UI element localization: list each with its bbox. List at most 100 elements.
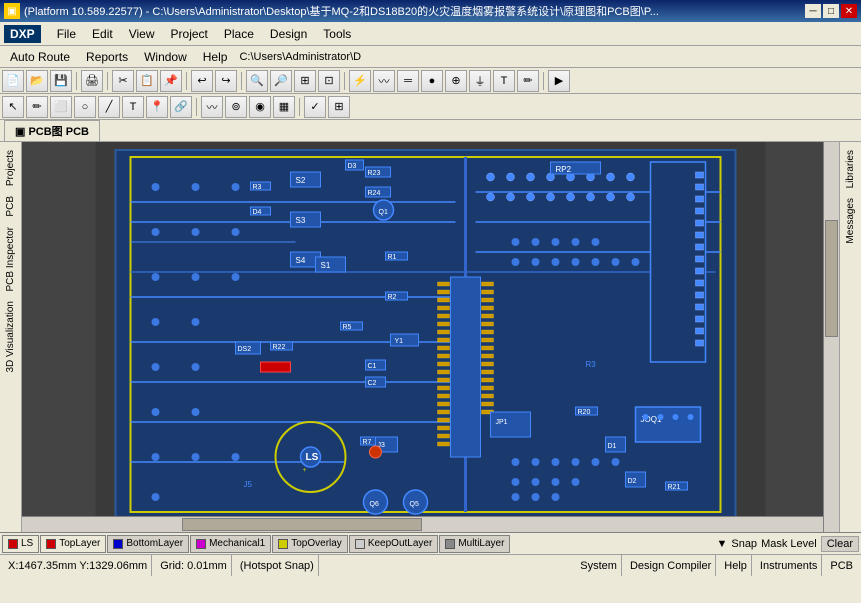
svg-text:RP2: RP2 <box>556 165 572 174</box>
layer-multilayer[interactable]: MultiLayer <box>439 535 510 553</box>
instruments-section[interactable]: Instruments <box>756 555 822 576</box>
tb-undo[interactable]: ↩ <box>191 70 213 92</box>
tb-paste[interactable]: 📌 <box>160 70 182 92</box>
minimize-button[interactable]: ─ <box>805 4 821 18</box>
sidebar-messages[interactable]: Messages <box>843 194 858 248</box>
tb-junction[interactable]: ● <box>421 70 443 92</box>
tb-rect[interactable]: ⬜ <box>50 96 72 118</box>
help-section[interactable]: Help <box>720 555 752 576</box>
tb-zoom-fit[interactable]: ⊞ <box>294 70 316 92</box>
title-text: (Platform 10.589.22577) - C:\Users\Admin… <box>24 3 805 19</box>
scrollbar-thumb-h[interactable] <box>182 518 422 531</box>
menu-tools[interactable]: Tools <box>315 25 359 43</box>
menu-design[interactable]: Design <box>262 25 315 43</box>
pcb-section[interactable]: PCB <box>826 555 857 576</box>
tb-ground[interactable]: ⏚ <box>469 70 491 92</box>
tb-cut[interactable]: ✂ <box>112 70 134 92</box>
svg-text:R24: R24 <box>368 190 381 197</box>
tb-bus[interactable]: ═ <box>397 70 419 92</box>
svg-text:D3: D3 <box>348 163 357 170</box>
tb-drc[interactable]: ✓ <box>304 96 326 118</box>
menu-view[interactable]: View <box>121 25 163 43</box>
tb-draw[interactable]: ✏ <box>26 96 48 118</box>
tab-pcb-label: PCB图 PCB <box>28 126 89 138</box>
status-bar: X:1467.35mm Y:1329.06mm Grid: 0.01mm (Ho… <box>0 554 861 576</box>
layer-bottomlayer[interactable]: BottomLayer <box>107 535 189 553</box>
sidebar-pcb[interactable]: PCB <box>3 192 18 221</box>
layer-color-overlay <box>278 539 288 549</box>
tb-line[interactable]: ╱ <box>98 96 120 118</box>
tb-select[interactable]: ↖ <box>2 96 24 118</box>
tb-copy[interactable]: 📋 <box>136 70 158 92</box>
grid-section: Grid: 0.01mm <box>156 555 232 576</box>
svg-text:JP1: JP1 <box>496 419 508 426</box>
menu-edit[interactable]: Edit <box>84 25 121 43</box>
tb-link[interactable]: 🔗 <box>170 96 192 118</box>
tb-save[interactable]: 💾 <box>50 70 72 92</box>
svg-text:LS: LS <box>306 452 319 463</box>
menu-help[interactable]: Help <box>195 48 236 66</box>
pcb-area[interactable]: S2 S3 S4 R23 R24 R3 D4 D1 <box>22 142 839 532</box>
horizontal-scrollbar[interactable] <box>22 516 823 532</box>
layer-ls[interactable]: LS <box>2 535 39 553</box>
tb-redo[interactable]: ↪ <box>215 70 237 92</box>
design-compiler-section[interactable]: Design Compiler <box>626 555 716 576</box>
tb-zoom-in[interactable]: 🔍 <box>246 70 268 92</box>
svg-text:D1: D1 <box>608 443 617 450</box>
design-compiler-text: Design Compiler <box>630 560 711 572</box>
hotspot-text: (Hotspot Snap) <box>240 560 314 572</box>
sidebar-pcb-inspector[interactable]: PCB Inspector <box>3 223 18 295</box>
layer-keepout[interactable]: KeepOutLayer <box>349 535 439 553</box>
tb-copper[interactable]: ▦ <box>273 96 295 118</box>
tb-via[interactable]: ⊚ <box>225 96 247 118</box>
sidebar-projects[interactable]: Projects <box>3 146 18 190</box>
menu-autoroute[interactable]: Auto Route <box>2 48 78 66</box>
layer-keepout-label: KeepOutLayer <box>368 538 433 549</box>
svg-text:S1: S1 <box>321 261 331 270</box>
system-text: System <box>580 560 617 572</box>
layer-color-multi <box>445 539 455 549</box>
tb-component[interactable]: ⚡ <box>349 70 371 92</box>
tb-label[interactable]: T <box>493 70 515 92</box>
tb-new[interactable]: 📄 <box>2 70 24 92</box>
scrollbar-thumb-v[interactable] <box>825 220 838 337</box>
svg-text:R3: R3 <box>586 360 597 369</box>
svg-text:R2: R2 <box>388 294 397 301</box>
title-bar: ▣ (Platform 10.589.22577) - C:\Users\Adm… <box>0 0 861 22</box>
menu-reports[interactable]: Reports <box>78 48 136 66</box>
tb-pad[interactable]: ◉ <box>249 96 271 118</box>
tb-power[interactable]: ⊕ <box>445 70 467 92</box>
tb-open[interactable]: 📂 <box>26 70 48 92</box>
tb-zoom-area[interactable]: ⊡ <box>318 70 340 92</box>
tb-note[interactable]: ✏ <box>517 70 539 92</box>
sidebar-libraries[interactable]: Libraries <box>843 146 858 192</box>
layer-mechanical1[interactable]: Mechanical1 <box>190 535 271 553</box>
pcb-canvas: S2 S3 S4 R23 R24 R3 D4 D1 <box>22 142 839 532</box>
tb-print[interactable]: 🖨 <box>81 70 103 92</box>
close-button[interactable]: ✕ <box>841 4 857 18</box>
tab-pcb[interactable]: ▣ PCB图 PCB <box>4 120 100 141</box>
tb-compile[interactable]: ▶ <box>548 70 570 92</box>
menu-place[interactable]: Place <box>216 25 262 43</box>
menu-file[interactable]: File <box>49 25 84 43</box>
maximize-button[interactable]: □ <box>823 4 839 18</box>
menu-project[interactable]: Project <box>163 25 216 43</box>
layer-topoverlay[interactable]: TopOverlay <box>272 535 348 553</box>
sidebar-3d[interactable]: 3D Visualization <box>3 297 18 377</box>
tb-circle[interactable]: ○ <box>74 96 96 118</box>
tb-zoom-out[interactable]: 🔎 <box>270 70 292 92</box>
clear-button[interactable]: Clear <box>821 536 859 552</box>
vertical-scrollbar[interactable] <box>823 142 839 532</box>
tb-pin[interactable]: 📍 <box>146 96 168 118</box>
tb-text[interactable]: T <box>122 96 144 118</box>
tb-wire[interactable]: 〰 <box>373 70 395 92</box>
tb-route[interactable]: 〰 <box>201 96 223 118</box>
menu-window[interactable]: Window <box>136 48 195 66</box>
svg-text:C1: C1 <box>368 363 377 370</box>
main-layout: Projects PCB PCB Inspector 3D Visualizat… <box>0 142 861 532</box>
window-controls: ─ □ ✕ <box>805 4 857 18</box>
tab-bar: ▣ PCB图 PCB <box>0 120 861 142</box>
system-section[interactable]: System <box>576 555 622 576</box>
layer-toplayer[interactable]: TopLayer <box>40 535 106 553</box>
tb-netlist[interactable]: ⊞ <box>328 96 350 118</box>
